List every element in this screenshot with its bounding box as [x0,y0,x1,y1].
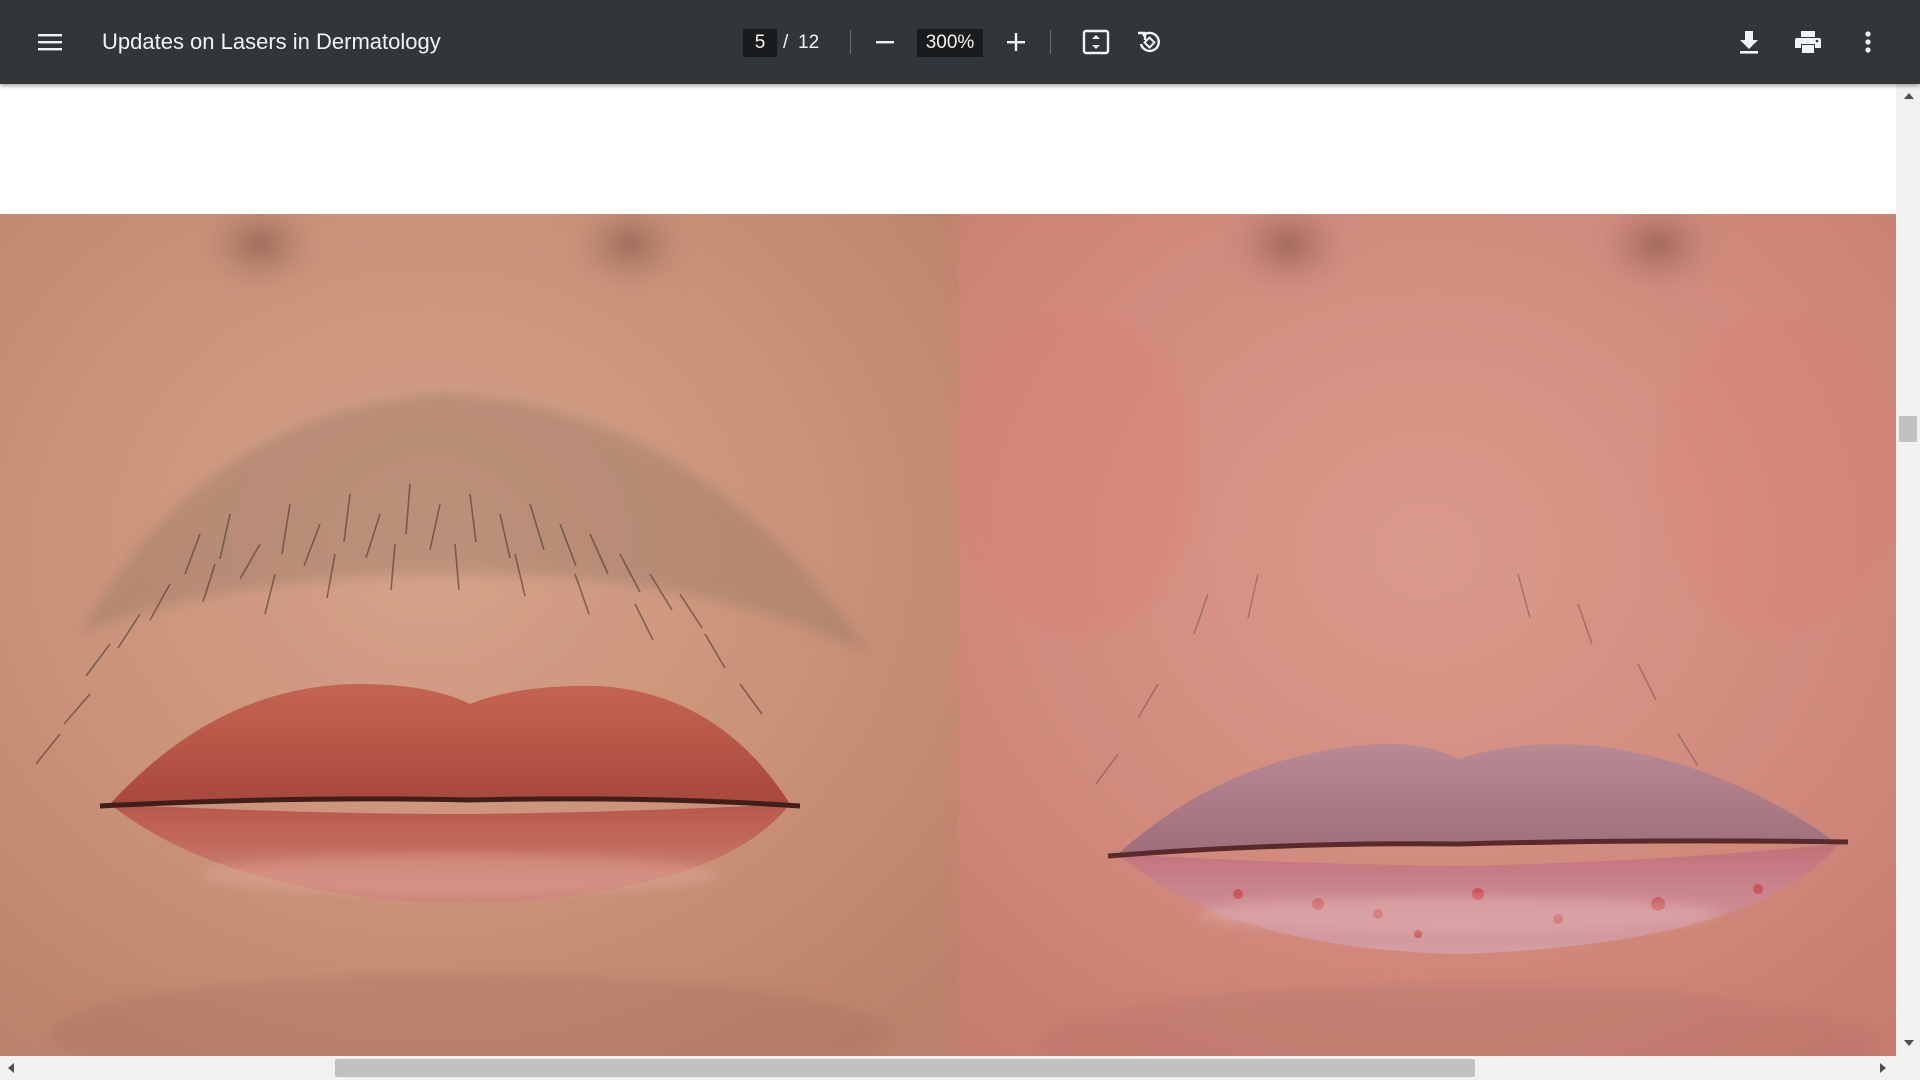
page-separator: / [783,32,789,53]
scroll-down-arrow-icon[interactable] [1904,1040,1914,1046]
fit-to-page-icon [1082,29,1110,55]
hamburger-menu-icon[interactable] [26,18,74,66]
rotate-button[interactable] [1125,18,1173,66]
horizontal-scrollbar[interactable] [0,1056,1896,1080]
download-button[interactable] [1725,18,1773,66]
scroll-left-arrow-icon[interactable] [8,1063,14,1073]
more-vertical-icon [1865,31,1871,53]
plus-icon [1007,33,1025,51]
page-margin [0,84,1896,214]
toolbar-divider [850,30,851,54]
more-options-button[interactable] [1844,18,1892,66]
scrollbar-corner [1896,1056,1920,1080]
download-icon [1740,31,1758,54]
after-photo [958,214,1896,1056]
zoom-level-input[interactable]: 300% [917,29,983,57]
before-after-photo [0,214,1896,1056]
zoom-in-button[interactable] [992,18,1040,66]
page-total: 12 [798,32,820,53]
print-icon [1795,31,1821,53]
scroll-right-arrow-icon[interactable] [1880,1063,1886,1073]
document-title: Updates on Lasers in Dermatology [102,29,441,54]
print-button[interactable] [1784,18,1832,66]
vertical-scrollbar-thumb[interactable] [1899,416,1917,442]
vertical-scrollbar[interactable] [1896,84,1920,1056]
before-photo [0,214,958,1056]
fit-to-page-button[interactable] [1072,18,1120,66]
pdf-viewer[interactable] [0,84,1920,1080]
page-number-input[interactable]: 5 [743,29,777,57]
scroll-up-arrow-icon[interactable] [1904,93,1914,99]
horizontal-scrollbar-thumb[interactable] [335,1059,1475,1077]
pdf-toolbar: Updates on Lasers in Dermatology 5 / 12 … [0,0,1920,84]
toolbar-divider [1050,30,1051,54]
minus-icon [876,41,894,44]
rotate-counterclockwise-icon [1138,31,1160,53]
zoom-out-button[interactable] [861,18,909,66]
